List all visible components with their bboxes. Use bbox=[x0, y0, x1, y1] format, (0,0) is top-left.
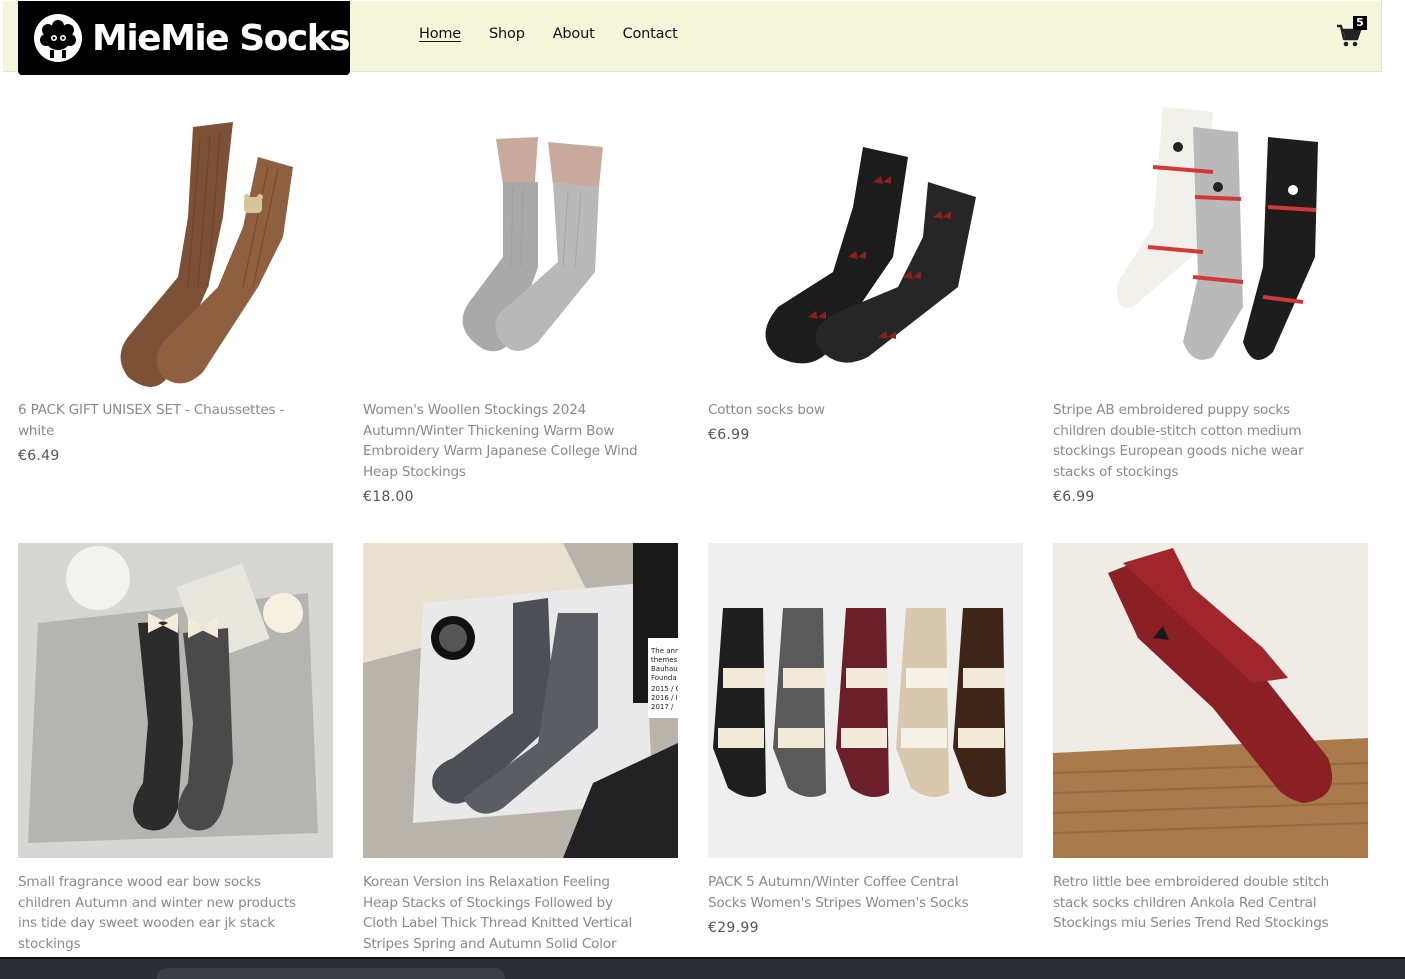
main-nav: Home Shop About Contact bbox=[419, 26, 678, 42]
cart-count-badge: 5 bbox=[1353, 16, 1367, 30]
card-text-line: 2015 / C bbox=[651, 685, 678, 693]
card-text-line: 2016 / I bbox=[651, 694, 678, 702]
card-text-line: Bauhau bbox=[651, 665, 678, 673]
product-name[interactable]: Cotton socks bow bbox=[708, 400, 993, 421]
product-price: €6.49 bbox=[18, 448, 60, 464]
striped-puppy-socks-image bbox=[1053, 87, 1368, 402]
nav-shop[interactable]: Shop bbox=[489, 26, 525, 42]
product-name[interactable]: Small fragrance wood ear bow socks child… bbox=[18, 872, 303, 954]
product-price: €29.99 bbox=[708, 920, 759, 936]
header-edge-line bbox=[1381, 0, 1382, 72]
red-bee-socks-image bbox=[1053, 543, 1368, 858]
product-price: €18.00 bbox=[363, 489, 414, 505]
card-text-line: 2017 / bbox=[651, 703, 674, 711]
product-name[interactable]: 6 PACK GIFT UNISEX SET - Chaussettes - w… bbox=[18, 400, 303, 441]
black-bow-socks-image bbox=[708, 87, 1023, 402]
brown-socks-image bbox=[18, 87, 333, 402]
product-price: €6.99 bbox=[708, 427, 750, 443]
product-image[interactable] bbox=[708, 543, 1023, 858]
card-text-line: themes bbox=[651, 656, 678, 664]
product-price: €6.99 bbox=[1053, 489, 1095, 505]
bow-socks-table-image bbox=[18, 543, 333, 858]
card-text-line: Founda bbox=[651, 674, 677, 682]
product-image[interactable] bbox=[363, 87, 678, 402]
card-text-line: The annu bbox=[650, 647, 678, 655]
nav-home[interactable]: Home bbox=[419, 26, 461, 42]
nav-about[interactable]: About bbox=[553, 26, 595, 42]
brand-logo[interactable]: MieMie Socks bbox=[18, 1, 351, 75]
product-name[interactable]: PACK 5 Autumn/Winter Coffee Central Sock… bbox=[708, 872, 993, 913]
grey-socks-image bbox=[363, 87, 678, 402]
brand-name: MieMie Socks bbox=[92, 17, 351, 59]
product-image[interactable] bbox=[708, 87, 1023, 402]
product-name[interactable]: Korean Version ins Relaxation Feeling He… bbox=[363, 872, 648, 954]
product-image[interactable] bbox=[18, 543, 333, 858]
product-image[interactable] bbox=[1053, 87, 1368, 402]
grey-socks-table-image: The annu themes Bauhau Founda 2015 / C 2… bbox=[363, 543, 678, 858]
nav-contact[interactable]: Contact bbox=[623, 26, 678, 42]
product-image[interactable] bbox=[1053, 543, 1368, 858]
product-image[interactable] bbox=[18, 87, 333, 402]
bottom-tab[interactable] bbox=[157, 968, 505, 979]
product-name[interactable]: Women's Woollen Stockings 2024 Autumn/Wi… bbox=[363, 400, 648, 482]
product-name[interactable]: Retro little bee embroidered double stit… bbox=[1053, 872, 1338, 934]
product-image[interactable]: The annu themes Bauhau Founda 2015 / C 2… bbox=[363, 543, 678, 858]
product-name[interactable]: Stripe AB embroidered puppy socks childr… bbox=[1053, 400, 1338, 482]
page: MieMie Socks Home Shop About Contact 5 6… bbox=[0, 0, 1405, 979]
sheep-logo-icon bbox=[34, 14, 82, 62]
five-pack-striped-socks-image bbox=[708, 543, 1023, 858]
